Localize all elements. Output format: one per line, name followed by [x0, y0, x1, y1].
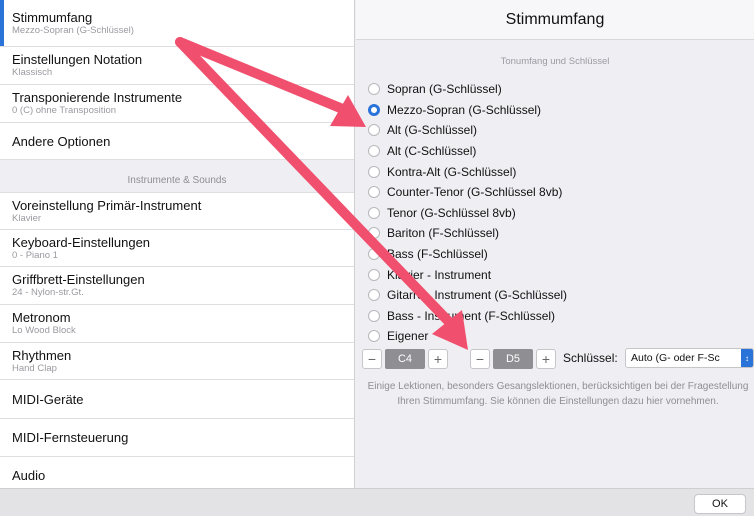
radio-label: Counter-Tenor (G-Schlüssel 8vb): [387, 185, 563, 200]
radio-button[interactable]: [368, 186, 380, 199]
radio-option[interactable]: Mezzo-Sopran (G-Schlüssel): [368, 100, 748, 121]
chevron-updown-icon: ↕: [741, 349, 753, 367]
radio-option[interactable]: Kontra-Alt (G-Schlüssel): [368, 161, 748, 182]
radio-label: Alt (C-Schlüssel): [387, 144, 477, 159]
sidebar-item-einstellungen-notation[interactable]: Einstellungen Notation Klassisch: [0, 47, 354, 85]
radio-option[interactable]: Alt (G-Schlüssel): [368, 120, 748, 141]
radio-label: Eigener: [387, 329, 429, 344]
ok-button[interactable]: OK: [694, 494, 746, 514]
radio-option[interactable]: Alt (C-Schlüssel): [368, 141, 748, 162]
clef-label: Schlüssel:: [563, 351, 618, 365]
radio-option[interactable]: Counter-Tenor (G-Schlüssel 8vb): [368, 182, 748, 203]
radio-button[interactable]: [368, 165, 380, 178]
radio-button[interactable]: [368, 268, 380, 281]
sidebar-item-label: Stimmumfang: [12, 9, 93, 25]
sidebar-item-midi-geraete[interactable]: MIDI-Geräte: [0, 380, 354, 419]
help-text: Einige Lektionen, besonders Gesangslekti…: [367, 381, 749, 407]
detail-panel: Stimmumfang Tonumfang und Schlüssel Sopr…: [356, 0, 754, 488]
sidebar-item-label: Andere Optionen: [12, 133, 111, 149]
sidebar-item-value: 0 - Piano 1: [12, 249, 58, 261]
radio-option[interactable]: Bass (F-Schlüssel): [368, 244, 748, 265]
sidebar-item-label: Metronom: [12, 310, 71, 325]
sidebar-item-label: Transponierende Instrumente: [12, 90, 183, 105]
radio-label: Alt (G-Schlüssel): [387, 123, 478, 138]
high-note-value: D5: [493, 349, 533, 369]
sidebar-item-label: Voreinstellung Primär-Instrument: [12, 197, 202, 213]
radio-option[interactable]: Tenor (G-Schlüssel 8vb): [368, 203, 748, 224]
radio-option[interactable]: Sopran (G-Schlüssel): [368, 79, 748, 100]
sidebar: Stimmumfang Mezzo-Sopran (G-Schlüssel) E…: [0, 0, 355, 488]
range-controls: − C4 + − D5 + Schlüssel: Auto (G- oder F…: [356, 348, 754, 372]
radio-label: Bariton (F-Schlüssel): [387, 226, 500, 241]
radio-label: Klavier - Instrument: [387, 267, 492, 282]
sidebar-item-andere-optionen[interactable]: Andere Optionen: [0, 123, 354, 160]
sidebar-item-rhythmen[interactable]: Rhythmen Hand Clap: [0, 343, 354, 380]
panel-title: Stimmumfang: [356, 0, 754, 40]
high-note-minus-button[interactable]: −: [470, 349, 490, 369]
sidebar-item-value: Lo Wood Block: [12, 325, 76, 336]
sidebar-item-label: Rhythmen: [12, 347, 72, 363]
voice-range-options: Sopran (G-Schlüssel) Mezzo-Sopran (G-Sch…: [368, 79, 748, 347]
sidebar-item-value: Klassisch: [12, 67, 53, 78]
bottom-bar: OK: [0, 488, 754, 516]
sidebar-item-value: 0 (C) ohne Transposition: [12, 105, 117, 116]
low-note-plus-button[interactable]: +: [428, 349, 448, 369]
low-note-value: C4: [385, 349, 425, 369]
radio-label: Sopran (G-Schlüssel): [387, 82, 502, 97]
clef-select-value: Auto (G- oder F-Sc: [631, 352, 720, 364]
sidebar-item-label: Audio: [12, 467, 46, 483]
sidebar-item-value: Klavier: [12, 212, 42, 224]
radio-button[interactable]: [368, 145, 380, 158]
high-note-plus-button[interactable]: +: [536, 349, 556, 369]
sidebar-item-label: Einstellungen Notation: [12, 52, 143, 67]
radio-label: Bass (F-Schlüssel): [387, 247, 488, 262]
radio-label: Gitarre - Instrument (G-Schlüssel): [387, 288, 568, 303]
sidebar-item-value: Hand Clap: [12, 362, 57, 374]
sidebar-item-keyboard-einstellungen[interactable]: Keyboard-Einstellungen 0 - Piano 1: [0, 230, 354, 267]
radio-option[interactable]: Gitarre - Instrument (G-Schlüssel): [368, 285, 748, 306]
sidebar-item-label: MIDI-Fernsteuerung: [12, 430, 129, 445]
radio-option[interactable]: Bass - Instrument (F-Schlüssel): [368, 306, 748, 327]
radio-option[interactable]: Eigener: [368, 326, 748, 347]
radio-button[interactable]: [368, 124, 380, 137]
low-note-minus-button[interactable]: −: [362, 349, 382, 369]
radio-label: Kontra-Alt (G-Schlüssel): [387, 164, 517, 179]
radio-option[interactable]: Bariton (F-Schlüssel): [368, 223, 748, 244]
panel-subtitle: Tonumfang und Schlüssel: [500, 56, 610, 67]
high-note-stepper: − D5 +: [470, 348, 556, 370]
radio-button[interactable]: [368, 83, 380, 96]
radio-button[interactable]: [368, 309, 380, 322]
settings-window: Stimmumfang Mezzo-Sopran (G-Schlüssel) E…: [0, 0, 754, 516]
sidebar-section-header: Instrumente & Sounds: [0, 160, 354, 193]
sidebar-item-label: MIDI-Geräte: [12, 391, 84, 407]
radio-label: Bass - Instrument (F-Schlüssel): [387, 308, 556, 323]
radio-option[interactable]: Klavier - Instrument: [368, 264, 748, 285]
sidebar-item-value: Mezzo-Sopran (G-Schlüssel): [12, 24, 134, 36]
radio-button[interactable]: [368, 227, 380, 240]
sidebar-item-primaer-instrument[interactable]: Voreinstellung Primär-Instrument Klavier: [0, 193, 354, 230]
radio-button[interactable]: [368, 289, 380, 302]
sidebar-item-label: Griffbrett-Einstellungen: [12, 272, 145, 287]
sidebar-item-stimmumfang[interactable]: Stimmumfang Mezzo-Sopran (G-Schlüssel): [0, 0, 354, 47]
sidebar-item-transponierende-instrumente[interactable]: Transponierende Instrumente 0 (C) ohne T…: [0, 85, 354, 123]
sidebar-item-midi-fernsteuerung[interactable]: MIDI-Fernsteuerung: [0, 419, 354, 457]
sidebar-item-griffbrett-einstellungen[interactable]: Griffbrett-Einstellungen 24 - Nylon-str.…: [0, 267, 354, 305]
sidebar-item-value: 24 - Nylon-str.Gt.: [12, 287, 84, 298]
radio-button-selected[interactable]: [368, 103, 380, 116]
sidebar-item-metronom[interactable]: Metronom Lo Wood Block: [0, 305, 354, 343]
radio-label: Mezzo-Sopran (G-Schlüssel): [387, 102, 542, 117]
radio-button[interactable]: [368, 330, 380, 343]
radio-button[interactable]: [368, 206, 380, 219]
radio-button[interactable]: [368, 248, 380, 261]
radio-label: Tenor (G-Schlüssel 8vb): [387, 205, 516, 220]
sidebar-item-audio[interactable]: Audio: [0, 457, 354, 488]
sidebar-item-label: Keyboard-Einstellungen: [12, 234, 151, 250]
low-note-stepper: − C4 +: [362, 348, 448, 370]
clef-select[interactable]: Auto (G- oder F-Sc ↕: [625, 348, 754, 368]
